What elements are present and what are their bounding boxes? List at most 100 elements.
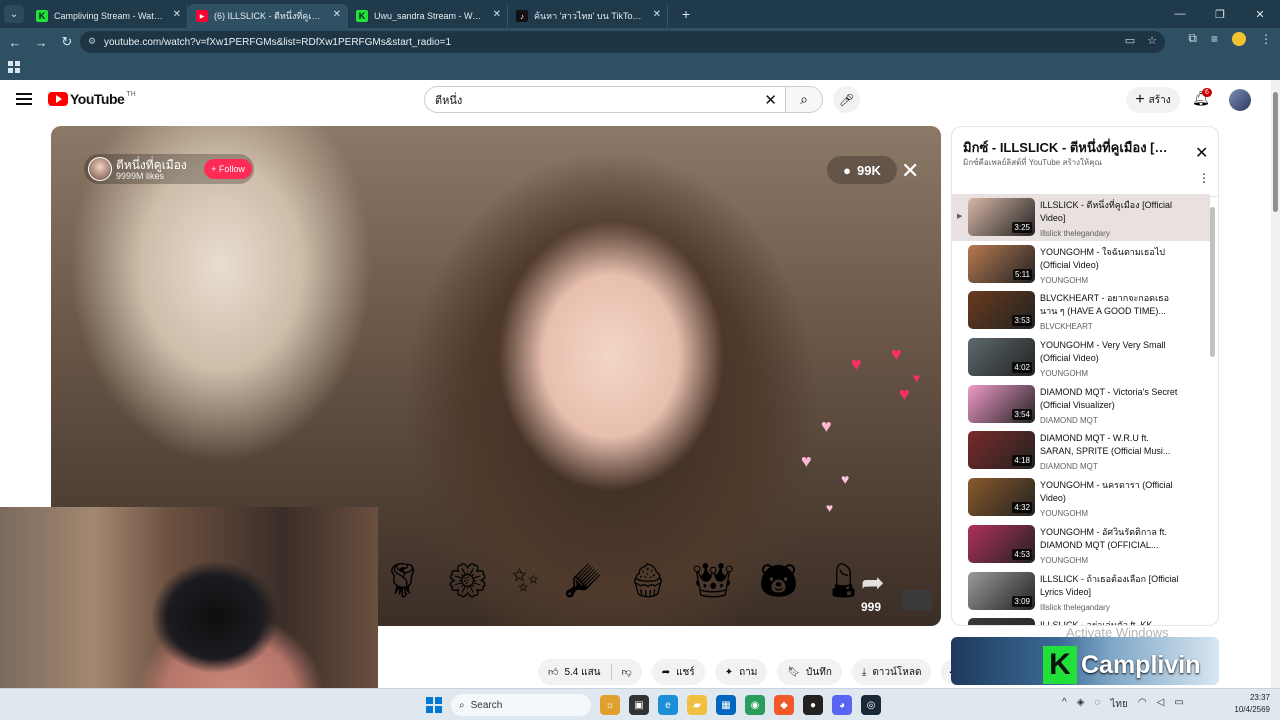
video-thumbnail[interactable]: 4:53 bbox=[968, 524, 1035, 563]
taskbar-search[interactable]: ⌕ Search bbox=[451, 694, 591, 716]
playlist-subtitle: มิกซ์คือเพลย์ลิสต์ที่ YouTube สร้างให้คุ… bbox=[963, 158, 1102, 167]
duration-badge: 3:53 bbox=[1012, 315, 1032, 327]
playlist-item[interactable]: 3:09 ILLSLICK - ถ้าเธอต้องเลือก [Official… bbox=[952, 568, 1210, 615]
create-button[interactable]: + สร้าง bbox=[1126, 87, 1180, 113]
hamburger-menu-icon[interactable] bbox=[16, 93, 32, 105]
playlist-item[interactable]: 3:54 DIAMOND MQT - Victoria's Secret (Off… bbox=[952, 381, 1210, 428]
edge-icon[interactable]: e bbox=[658, 695, 678, 715]
video-title[interactable]: DIAMOND MQT - W.R.U ft. SARAN, SPRITE (O… bbox=[1040, 432, 1180, 458]
apps-grid-icon[interactable] bbox=[8, 61, 20, 73]
minimize-button[interactable]: — bbox=[1160, 0, 1200, 28]
taskbar-clock[interactable]: 23:37 10/4/2569 bbox=[1226, 692, 1270, 716]
like-button[interactable]: 👍︎ 5.4 แสน bbox=[538, 659, 611, 685]
share-button[interactable]: ➦ แชร์ bbox=[651, 659, 705, 685]
video-title[interactable]: YOUNGOHM - อัศวินรัตติกาล ft. DIAMOND MQ… bbox=[1040, 526, 1180, 552]
profile-avatar[interactable] bbox=[1232, 31, 1246, 46]
app-icon[interactable]: ● bbox=[803, 695, 823, 715]
close-icon[interactable]: ✕ bbox=[173, 9, 181, 20]
playlist-item[interactable]: 3:53 BLVCKHEART - อยากจะกอดเธอนาน ๆ (HAVE… bbox=[952, 287, 1210, 334]
channel-name: YOUNGOHM bbox=[1040, 555, 1088, 565]
task-view-icon[interactable]: ▣ bbox=[629, 695, 649, 715]
page-scrollbar-thumb[interactable] bbox=[1273, 92, 1278, 212]
save-button[interactable]: 🔖︎ บันทึก bbox=[777, 659, 842, 685]
playlist-scrollbar[interactable] bbox=[1210, 207, 1215, 357]
video-thumbnail[interactable]: 3:09 bbox=[968, 571, 1035, 610]
download-button[interactable]: ⤓ ดาวน์โหลด bbox=[851, 659, 932, 685]
extensions-icon[interactable]: ⧉ bbox=[1188, 31, 1197, 46]
search-input[interactable]: ตีหนึ่ง ✕ bbox=[424, 86, 786, 113]
chevron-up-icon[interactable]: ^ bbox=[1062, 697, 1067, 712]
close-window-button[interactable]: ✕ bbox=[1240, 0, 1280, 28]
windows-start-icon[interactable] bbox=[426, 697, 442, 713]
browser-tab-active[interactable]: ▶ (6) ILLSLICK - ตีหนึ่งที่คูเมือง [Offi… bbox=[188, 4, 348, 28]
close-icon[interactable]: ✕ bbox=[333, 9, 341, 20]
cast-icon[interactable]: ▭ bbox=[1125, 34, 1135, 47]
back-button[interactable]: ← bbox=[4, 31, 26, 53]
video-thumbnail[interactable]: 4:32 bbox=[968, 478, 1035, 517]
video-title[interactable]: DIAMOND MQT - Victoria's Secret (Officia… bbox=[1040, 386, 1180, 412]
widget-app-icon[interactable]: ☼ bbox=[600, 695, 620, 715]
restore-button[interactable]: ❐ bbox=[1200, 0, 1240, 28]
new-tab-button[interactable]: + bbox=[676, 4, 696, 24]
playlist-item[interactable]: 4:32 YOUNGOHM - นครดารา (Official Video) Y… bbox=[952, 474, 1210, 521]
volume-icon[interactable]: ◁ bbox=[1157, 697, 1165, 712]
shield-icon[interactable]: ◈ bbox=[1077, 697, 1085, 712]
video-thumbnail[interactable]: 4:02 bbox=[968, 338, 1035, 377]
video-thumbnail[interactable]: 5:11 bbox=[968, 244, 1035, 283]
youtube-logo[interactable]: YouTube TH bbox=[48, 91, 136, 107]
browser-tab[interactable]: K Uwu_sandra Stream - Watch Live ✕ bbox=[348, 4, 508, 28]
network-icon[interactable]: ◌ bbox=[1094, 697, 1100, 712]
discord-icon[interactable]: ◕ bbox=[832, 695, 852, 715]
duration-badge: 3:54 bbox=[1012, 408, 1032, 420]
video-title[interactable]: YOUNGOHM - ใจฉันตามเธอไป (Official Video… bbox=[1040, 246, 1180, 272]
channel-name: YOUNGOHM bbox=[1040, 509, 1088, 519]
playlist-item[interactable]: 4:53 YOUNGOHM - อัศวินรัตติกาล ft. DIAMON… bbox=[952, 521, 1210, 568]
close-icon[interactable]: ✕ bbox=[653, 9, 661, 20]
video-title[interactable]: YOUNGOHM - นครดารา (Official Video) bbox=[1040, 479, 1180, 505]
video-thumbnail[interactable]: 3:25 bbox=[968, 198, 1035, 236]
video-title[interactable]: BLVCKHEART - อยากจะกอดเธอนาน ๆ (HAVE A G… bbox=[1040, 292, 1180, 318]
bookmark-star-icon[interactable]: ☆ bbox=[1147, 34, 1157, 47]
forward-button[interactable]: → bbox=[30, 31, 52, 53]
browser-tab[interactable]: ♪ ค้นหา 'สาวไทย' บน TikTok | ค้นหา ✕ bbox=[508, 4, 668, 28]
youtube-icon: ▶ bbox=[196, 10, 208, 22]
video-thumbnail[interactable]: 4:18 bbox=[968, 431, 1035, 470]
video-title[interactable]: ILLSLICK - ตีหนึ่งที่คูเมือง [Official V… bbox=[1040, 199, 1180, 225]
notifications-button[interactable]: 🔔︎ 6 bbox=[1192, 88, 1212, 110]
file-explorer-icon[interactable]: ▰ bbox=[687, 695, 707, 715]
playlist-item[interactable]: ▶ 3:25 ILLSLICK - ตีหนึ่งที่คูเมือง [Offic… bbox=[952, 194, 1210, 241]
brave-icon[interactable]: ◆ bbox=[774, 695, 794, 715]
video-thumbnail[interactable] bbox=[968, 618, 1035, 625]
search-button[interactable]: ⌕ bbox=[785, 86, 823, 113]
wifi-icon[interactable]: ◠ bbox=[1138, 697, 1147, 712]
playlist-item[interactable]: 4:02 YOUNGOHM - Very Very Small (Official… bbox=[952, 334, 1210, 381]
language-indicator[interactable]: ไทย bbox=[1110, 697, 1127, 712]
steam-icon[interactable]: ◎ bbox=[861, 695, 881, 715]
url-bar[interactable]: ⚙ youtube.com/watch?v=fXw1PERFGMs&list=R… bbox=[80, 31, 1165, 53]
reload-button[interactable]: ↻ bbox=[56, 31, 78, 53]
battery-icon[interactable]: ▭ bbox=[1174, 697, 1183, 712]
ad-banner[interactable]: K Camplivin bbox=[951, 637, 1219, 685]
clear-search-icon[interactable]: ✕ bbox=[764, 91, 777, 109]
playlist-item[interactable]: 4:18 DIAMOND MQT - W.R.U ft. SARAN, SPRIT… bbox=[952, 427, 1210, 474]
menu-icon[interactable]: ⋮ bbox=[1260, 32, 1272, 46]
close-icon[interactable]: ✕ bbox=[493, 9, 501, 20]
tab-search-button[interactable]: ⌄ bbox=[4, 5, 24, 23]
close-icon[interactable]: ✕ bbox=[1195, 143, 1208, 163]
more-options-icon[interactable]: ⋮ bbox=[1198, 171, 1210, 185]
site-info-icon[interactable]: ⚙ bbox=[88, 36, 100, 48]
playlist-item[interactable]: 5:11 YOUNGOHM - ใจฉันตามเธอไป (Official V… bbox=[952, 241, 1210, 288]
video-thumbnail[interactable]: 3:53 bbox=[968, 291, 1035, 330]
browser-tab[interactable]: K Campliving Stream - Watch Live ✕ bbox=[28, 4, 188, 28]
video-title[interactable]: ILLSLICK - ถ้าเธอต้องเลือก [Official Lyr… bbox=[1040, 573, 1180, 599]
video-thumbnail[interactable]: 3:54 bbox=[968, 384, 1035, 423]
dislike-button[interactable]: 👎︎ bbox=[611, 659, 642, 685]
account-avatar[interactable] bbox=[1229, 89, 1251, 111]
ask-button[interactable]: ✦ ถาม bbox=[714, 659, 768, 685]
reading-list-icon[interactable]: ≡ bbox=[1211, 32, 1218, 46]
video-title[interactable]: YOUNGOHM - Very Very Small (Official Vid… bbox=[1040, 339, 1180, 365]
playlist-title[interactable]: มิกซ์ - ILLSLICK - ตีหนึ่งที่คูเมือง [Of… bbox=[963, 137, 1173, 158]
chrome-icon[interactable]: ◉ bbox=[745, 695, 765, 715]
voice-search-button[interactable]: 🎤︎ bbox=[833, 86, 860, 113]
store-icon[interactable]: ▦ bbox=[716, 695, 736, 715]
